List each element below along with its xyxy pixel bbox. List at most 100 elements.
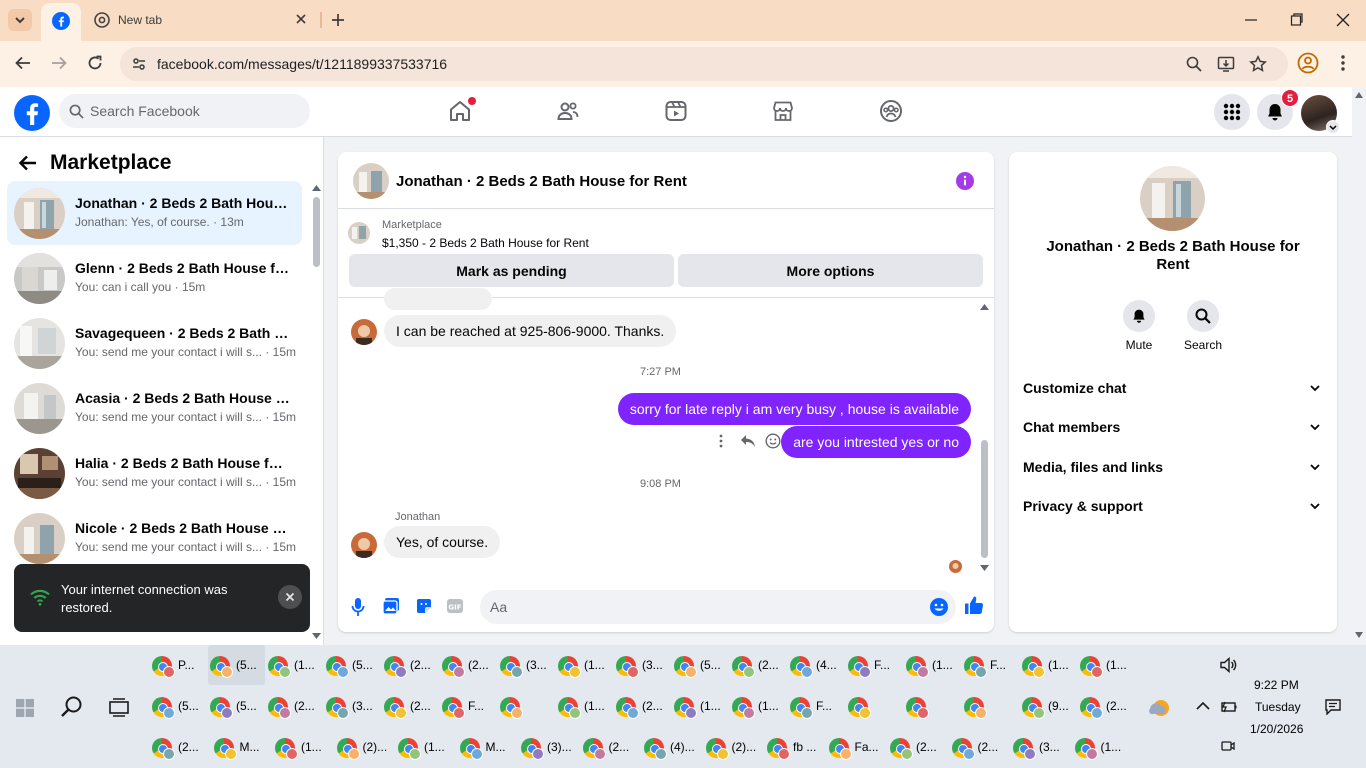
url-text[interactable]: facebook.com/messages/t/1211899337533716 <box>157 56 447 72</box>
message-input-box[interactable] <box>480 590 956 624</box>
marketplace-icon[interactable] <box>771 99 795 123</box>
forward-arrow-icon[interactable] <box>50 54 68 72</box>
taskbar-chrome-window[interactable]: F... <box>962 645 1019 685</box>
tray-overflow-chevron-icon[interactable] <box>1196 701 1210 711</box>
more-actions-icon[interactable] <box>718 434 724 448</box>
scroll-down-icon[interactable] <box>980 565 989 571</box>
taskbar-chrome-window[interactable]: P... <box>150 645 207 685</box>
taskbar-chrome-window[interactable]: fb ... <box>765 727 822 767</box>
message-input[interactable] <box>490 590 920 624</box>
scroll-up-icon[interactable] <box>1355 92 1363 98</box>
taskbar-chrome-window[interactable]: F... <box>846 645 903 685</box>
profile-picture[interactable] <box>1140 166 1205 231</box>
more-options-button[interactable]: More options <box>678 254 983 287</box>
taskbar-chrome-window[interactable]: (1... <box>556 686 613 726</box>
taskbar-chrome-window[interactable]: (5... <box>672 645 729 685</box>
taskbar-chrome-window[interactable]: (3... <box>614 645 671 685</box>
taskbar-chrome-window[interactable]: (2)... <box>335 727 392 767</box>
taskbar-chrome-window[interactable]: (2... <box>266 686 323 726</box>
profile-icon[interactable] <box>1297 52 1319 74</box>
taskbar-chrome-window[interactable]: (1... <box>1078 645 1135 685</box>
taskbar-chrome-window[interactable]: (1... <box>396 727 453 767</box>
clock-day[interactable]: Tuesday <box>1255 700 1301 714</box>
omnibox[interactable]: facebook.com/messages/t/1211899337533716 <box>120 47 1288 81</box>
taskbar-chrome-window[interactable]: (1... <box>273 727 330 767</box>
scroll-up-icon[interactable] <box>980 304 989 310</box>
taskbar-chrome-window[interactable]: (2... <box>1078 686 1135 726</box>
section-privacy-support[interactable]: Privacy & support <box>1009 487 1337 525</box>
chat-scrollbar-thumb[interactable] <box>981 440 988 558</box>
new-tab-plus-icon[interactable] <box>329 11 347 29</box>
friends-icon[interactable] <box>556 99 580 123</box>
taskbar-chrome-window[interactable]: (2... <box>950 727 1007 767</box>
taskbar-chrome-window[interactable]: (5... <box>208 686 265 726</box>
scroll-down-icon[interactable] <box>312 633 321 639</box>
taskbar-chrome-window[interactable]: (2... <box>150 727 207 767</box>
close-window-icon[interactable] <box>1336 12 1350 28</box>
taskbar-chrome-window[interactable] <box>962 686 1019 726</box>
taskbar-chrome-window[interactable]: (1... <box>266 645 323 685</box>
minimize-icon[interactable] <box>1244 12 1258 28</box>
groups-icon[interactable] <box>879 99 903 123</box>
conversation-item[interactable]: Acasia · 2 Beds 2 Bath House for Rent Yo… <box>7 376 302 440</box>
chrome-menu-icon[interactable] <box>1336 54 1350 72</box>
restore-icon[interactable] <box>1290 12 1304 28</box>
taskbar-chrome-window[interactable] <box>498 686 555 726</box>
zoom-icon[interactable] <box>1185 55 1203 73</box>
close-tab-icon[interactable] <box>294 12 308 26</box>
taskbar-chrome-window[interactable]: (5... <box>208 645 265 685</box>
taskbar-search-icon[interactable] <box>60 695 84 719</box>
search-action[interactable]: Search <box>1173 300 1233 352</box>
taskbar-chrome-window[interactable]: (2... <box>382 645 439 685</box>
reply-icon[interactable] <box>740 434 756 448</box>
taskbar-chrome-window[interactable]: (4... <box>788 645 845 685</box>
conversation-item[interactable]: Glenn · 2 Beds 2 Bath House for Rent You… <box>7 246 302 310</box>
account-avatar[interactable] <box>1301 95 1340 134</box>
like-thumb-icon[interactable] <box>964 595 984 615</box>
sender-avatar[interactable] <box>351 319 377 345</box>
toast-close-button[interactable] <box>278 585 302 609</box>
taskbar-chrome-window[interactable]: M... <box>458 727 515 767</box>
mark-as-pending-button[interactable]: Mark as pending <box>349 254 674 287</box>
taskbar-chrome-window[interactable]: (9... <box>1020 686 1077 726</box>
taskbar-chrome-window[interactable]: (1... <box>1073 727 1130 767</box>
section-chat-members[interactable]: Chat members <box>1009 408 1337 446</box>
page-scrollbar[interactable] <box>1352 87 1366 645</box>
taskbar-chrome-window[interactable]: (5... <box>324 645 381 685</box>
notification-center-icon[interactable] <box>1325 699 1341 715</box>
chat-title[interactable]: Jonathan · 2 Beds 2 Bath House for Rent <box>396 173 687 190</box>
taskbar-chrome-window[interactable]: (5... <box>150 686 207 726</box>
conversation-item[interactable]: Jonathan · 2 Beds 2 Bath House for Rent … <box>7 181 302 245</box>
menu-button[interactable] <box>1214 94 1250 130</box>
gif-icon[interactable]: GIF <box>446 597 464 615</box>
back-arrow-icon[interactable] <box>14 54 32 72</box>
react-emoji-icon[interactable] <box>765 433 781 449</box>
clock-time[interactable]: 9:22 PM <box>1254 678 1299 692</box>
taskbar-chrome-window[interactable] <box>904 686 961 726</box>
taskbar-chrome-window[interactable]: (2... <box>730 645 787 685</box>
tab-facebook[interactable] <box>41 3 81 41</box>
info-icon[interactable] <box>956 172 974 190</box>
search-input[interactable] <box>90 94 300 128</box>
section-customize-chat[interactable]: Customize chat <box>1009 369 1337 407</box>
sender-avatar[interactable] <box>351 532 377 558</box>
chat-avatar[interactable] <box>353 163 389 199</box>
clock-date[interactable]: 1/20/2026 <box>1250 722 1303 736</box>
conversation-item[interactable]: Savagequeen · 2 Beds 2 Bath House for Re… <box>7 311 302 375</box>
site-settings-icon[interactable] <box>131 56 147 72</box>
meet-now-icon[interactable] <box>1221 739 1235 753</box>
taskbar-chrome-window[interactable]: (3... <box>498 645 555 685</box>
task-view-icon[interactable] <box>109 697 129 717</box>
weather-icon[interactable] <box>1147 696 1171 720</box>
video-icon[interactable] <box>664 99 688 123</box>
taskbar-chrome-window[interactable]: F... <box>440 686 497 726</box>
scroll-down-icon[interactable] <box>1355 632 1363 638</box>
taskbar-chrome-window[interactable]: (2... <box>581 727 638 767</box>
scroll-up-icon[interactable] <box>312 185 321 191</box>
conversation-item[interactable]: Halia · 2 Beds 2 Bath House for Rent You… <box>7 441 302 505</box>
tab-new-tab[interactable]: New tab <box>88 5 318 35</box>
back-arrow-icon[interactable] <box>18 151 38 175</box>
section-media-files-links[interactable]: Media, files and links <box>1009 448 1337 486</box>
taskbar-chrome-window[interactable]: Fa... <box>827 727 884 767</box>
taskbar-chrome-window[interactable]: (1... <box>730 686 787 726</box>
